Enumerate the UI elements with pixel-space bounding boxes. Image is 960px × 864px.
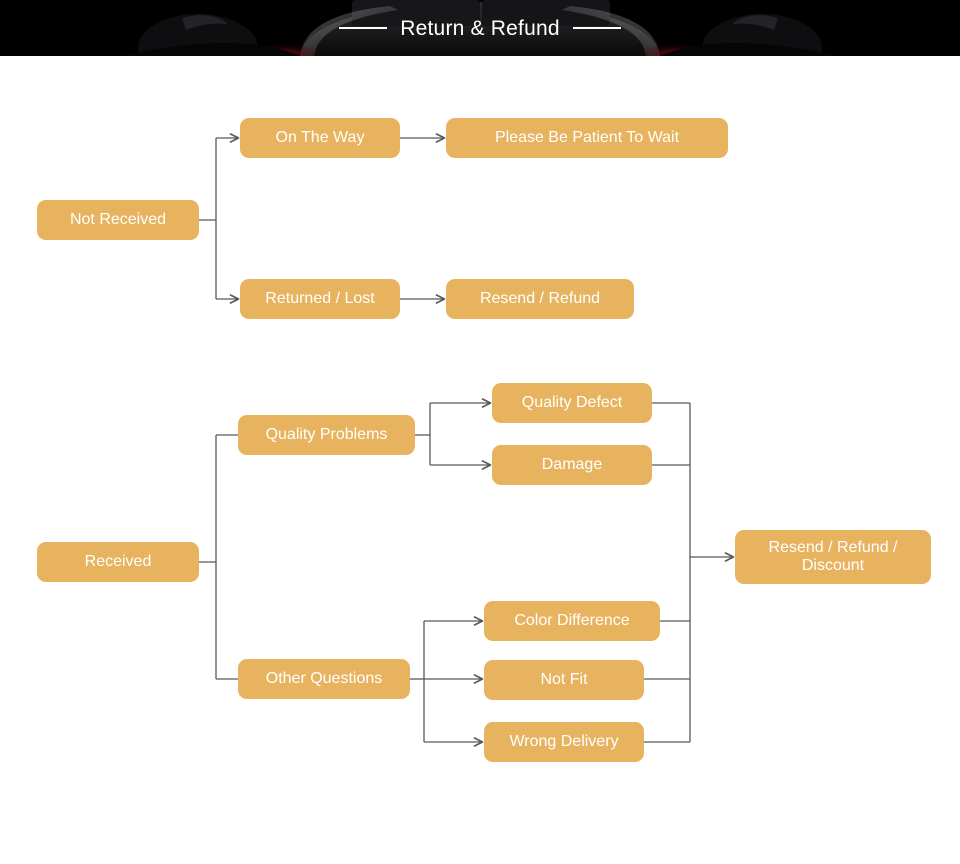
node-please-be-patient-to-wait[interactable]: Please Be Patient To Wait <box>446 118 728 158</box>
node-not-received[interactable]: Not Received <box>37 200 199 240</box>
node-not-fit[interactable]: Not Fit <box>484 660 644 700</box>
connector-not-received-split <box>199 133 240 304</box>
node-label: Color Difference <box>514 611 630 629</box>
flowchart-connectors <box>199 133 735 747</box>
return-refund-flowchart: Not Received On The Way Returned / Lost … <box>0 56 960 864</box>
node-wrong-delivery[interactable]: Wrong Delivery <box>484 722 644 762</box>
node-color-difference[interactable]: Color Difference <box>484 601 660 641</box>
node-label: Resend / Refund <box>479 289 601 307</box>
node-label: Other Questions <box>265 669 383 687</box>
banner-rule-right-icon <box>572 27 621 29</box>
node-label: Returned / Lost <box>265 289 375 307</box>
node-returned-lost[interactable]: Returned / Lost <box>240 279 400 319</box>
node-received[interactable]: Received <box>37 542 199 582</box>
connector-merge-bus <box>644 402 735 743</box>
node-label: Not Fit <box>540 670 588 688</box>
connector-quality-problems-split <box>415 398 492 470</box>
node-resend-refund[interactable]: Resend / Refund <box>446 279 634 319</box>
page-banner: Return & Refund <box>0 0 960 56</box>
node-quality-problems[interactable]: Quality Problems <box>238 415 415 455</box>
node-quality-defect[interactable]: Quality Defect <box>492 383 652 423</box>
banner-title-group: Return & Refund <box>0 0 960 56</box>
node-label: Wrong Delivery <box>509 732 619 750</box>
page-title: Return & Refund <box>400 16 560 40</box>
node-resend-refund-discount[interactable]: Resend / Refund / Discount <box>735 530 931 584</box>
node-label: Received <box>84 552 152 570</box>
node-damage[interactable]: Damage <box>492 445 652 485</box>
node-label: Damage <box>541 455 603 473</box>
node-other-questions[interactable]: Other Questions <box>238 659 410 699</box>
node-label: Please Be Patient To Wait <box>494 128 680 146</box>
node-label: Not Received <box>69 210 167 228</box>
connector-received-split <box>199 434 238 680</box>
banner-rule-left-icon <box>339 27 388 29</box>
node-label: Quality Problems <box>265 425 388 443</box>
node-on-the-way[interactable]: On The Way <box>240 118 400 158</box>
node-label: Quality Defect <box>521 393 623 411</box>
connector-other-questions-split <box>410 616 484 747</box>
node-label: Resend / Refund / Discount <box>768 538 898 574</box>
node-label: On The Way <box>275 128 365 146</box>
